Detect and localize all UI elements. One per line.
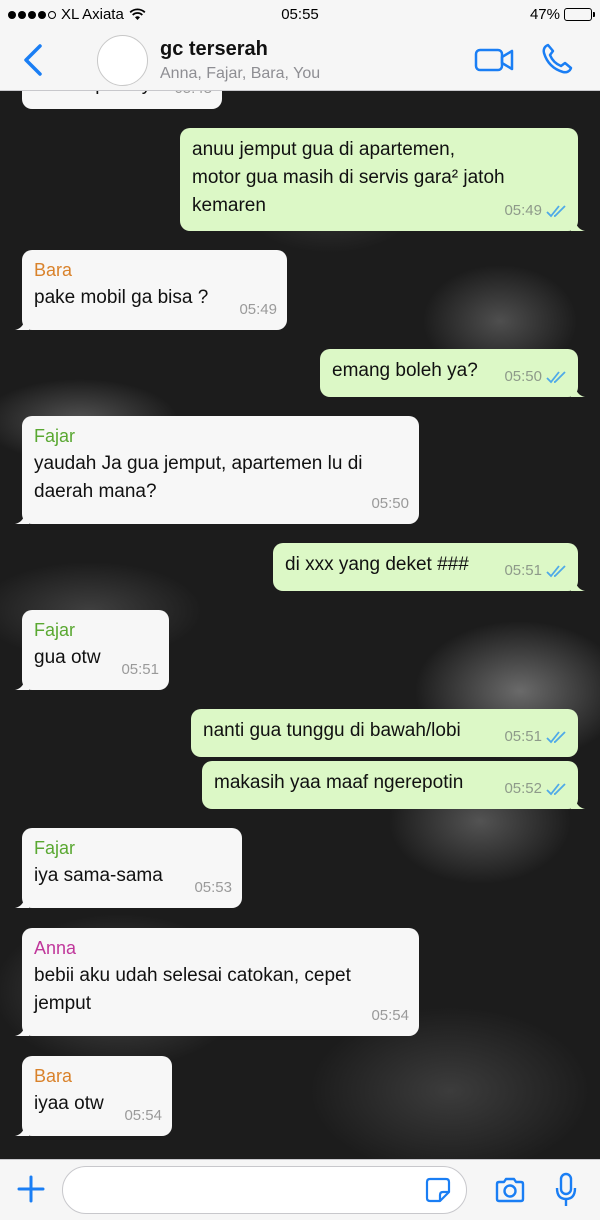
bubble-tail (571, 577, 585, 591)
read-receipt-icon (546, 731, 566, 744)
read-receipt-icon (546, 565, 566, 578)
sender-name: Fajar (34, 620, 76, 640)
message-time: 05:49 (239, 301, 277, 318)
battery-icon (564, 8, 595, 21)
message-time: 05:49 (504, 202, 542, 219)
sender-name: Fajar (34, 426, 76, 446)
bubble-tail (15, 1022, 29, 1036)
message-text: bebii aku udah selesai catokan, cepet je… (34, 965, 351, 1014)
message-bubble[interactable]: Fajar iya sama-sama 05:53 (15, 828, 242, 908)
battery-percentage: 47% (529, 6, 560, 23)
message-bubble[interactable]: emang boleh ya? 05:50 (320, 349, 585, 397)
chat-participants[interactable]: Anna, Fajar, Bara, You (160, 65, 320, 83)
message-time: 05:54 (124, 1107, 162, 1124)
message-input[interactable] (62, 1166, 467, 1214)
message-time: 05:51 (504, 728, 542, 745)
video-call-icon[interactable] (474, 44, 514, 76)
sender-name: Fajar (34, 838, 76, 858)
back-chevron-icon[interactable] (18, 40, 48, 80)
group-avatar[interactable] (97, 35, 148, 86)
bubble-tail (571, 795, 585, 809)
message-bubble[interactable]: Bara pake mobil ga bisa ? 05:49 (15, 250, 287, 330)
message-time: 05:51 (504, 562, 542, 579)
message-bubble[interactable]: di xxx yang deket ### 05:51 (273, 543, 585, 591)
chat-messages[interactable]: lu kenapa coy 05:48 anuu jemput gua di a… (0, 91, 600, 1159)
sender-name: Bara (34, 1066, 73, 1086)
chat-title[interactable]: gc terserah (160, 38, 268, 61)
message-time: 05:51 (121, 661, 159, 678)
message-time: 05:50 (504, 368, 542, 385)
chat-header: gc terserah Anna, Fajar, Bara, You (0, 30, 600, 91)
microphone-icon[interactable] (554, 1172, 578, 1208)
message-time: 05:54 (371, 1007, 409, 1024)
phone-call-icon[interactable] (540, 42, 574, 76)
message-bubble[interactable]: Fajar gua otw 05:51 (15, 610, 169, 690)
message-text: lu kenapa coy (34, 91, 151, 99)
bubble-tail (15, 894, 29, 908)
sender-name: Anna (34, 938, 77, 958)
status-bar: XL Axiata 05:55 47% (0, 0, 600, 30)
message-bubble[interactable]: lu kenapa coy 05:48 (22, 91, 222, 109)
message-input-bar (0, 1159, 600, 1220)
plus-icon[interactable] (16, 1174, 46, 1204)
camera-icon[interactable] (494, 1176, 526, 1204)
sticker-icon[interactable] (425, 1177, 451, 1203)
message-bubble[interactable]: makasih yaa maaf ngerepotin 05:52 (202, 761, 585, 809)
message-bubble[interactable]: Anna bebii aku udah selesai catokan, cep… (15, 928, 419, 1036)
message-time: 05:53 (194, 879, 232, 896)
read-receipt-icon (546, 371, 566, 384)
bubble-tail (571, 383, 585, 397)
message-bubble[interactable]: anuu jemput gua di apartemen, motor gua … (180, 128, 585, 231)
sender-name: Bara (34, 260, 73, 280)
clock: 05:55 (281, 6, 319, 23)
bubble-tail (15, 1122, 29, 1136)
read-receipt-icon (546, 205, 566, 218)
bubble-tail (15, 510, 29, 524)
message-text: yaudah Ja gua jemput, apartemen lu di da… (34, 453, 363, 502)
read-receipt-icon (546, 783, 566, 796)
message-bubble[interactable]: nanti gua tunggu di bawah/lobi 05:51 (191, 709, 578, 757)
bubble-tail (15, 316, 29, 330)
message-time: 05:48 (174, 91, 212, 103)
message-time: 05:50 (371, 495, 409, 512)
message-time: 05:52 (504, 780, 542, 797)
message-bubble[interactable]: Bara iyaa otw 05:54 (15, 1056, 172, 1136)
bubble-tail (571, 217, 585, 231)
bubble-tail (15, 676, 29, 690)
message-bubble[interactable]: Fajar yaudah Ja gua jemput, apartemen lu… (15, 416, 419, 524)
